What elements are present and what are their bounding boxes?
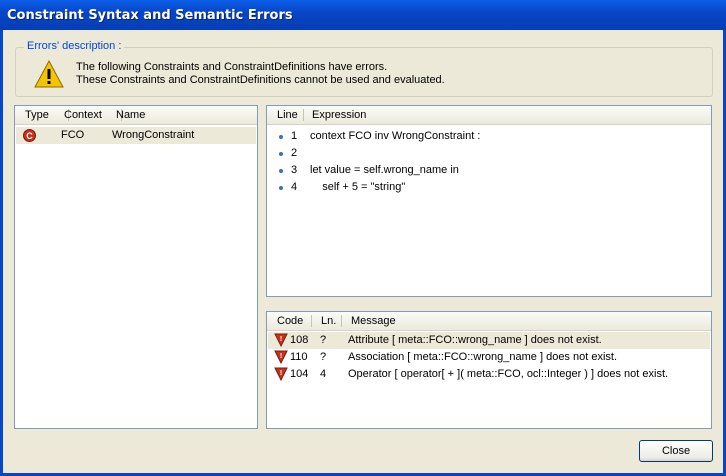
column-header-context[interactable]: Context <box>64 109 102 121</box>
message-text: Attribute [ meta::FCO::wrong_name ] does… <box>348 334 602 346</box>
messages-list[interactable]: Code Ln. Message ! 108 ? Attribute [ met… <box>266 311 712 429</box>
expression-list[interactable]: Line Expression 1 context FCO inv WrongC… <box>266 105 712 297</box>
message-text: Association [ meta::FCO::wrong_name ] do… <box>348 351 618 363</box>
constraint-name: WrongConstraint <box>112 129 195 141</box>
constraints-header: Type Context Name <box>15 106 257 125</box>
expression-text: context FCO inv WrongConstraint : <box>310 130 481 142</box>
bullet-icon <box>279 135 283 139</box>
constraint-row[interactable]: C FCO WrongConstraint <box>16 127 256 144</box>
message-row[interactable]: ! 104 4 Operator [ operator[ + ]( meta::… <box>268 366 710 383</box>
svg-text:C: C <box>26 131 33 141</box>
expression-row[interactable]: 1 context FCO inv WrongConstraint : <box>268 128 710 145</box>
bullet-icon <box>279 169 283 173</box>
message-code: 110 <box>290 351 308 363</box>
message-code: 104 <box>290 368 309 380</box>
svg-text:!: ! <box>280 353 282 360</box>
column-header-message[interactable]: Message <box>351 315 396 327</box>
message-ln: 4 <box>320 368 327 380</box>
message-ln: ? <box>320 351 327 363</box>
column-header-type[interactable]: Type <box>25 109 49 121</box>
constraint-error-icon: C <box>23 129 36 142</box>
constraints-list[interactable]: Type Context Name C FCO WrongConstraint <box>14 105 258 429</box>
error-message-line-1: The following Constraints and Constraint… <box>76 61 388 73</box>
error-shield-icon: ! <box>274 350 288 364</box>
bullet-icon <box>279 186 283 190</box>
message-code: 108 <box>290 334 309 346</box>
close-button[interactable]: Close <box>639 440 713 462</box>
svg-text:!: ! <box>280 336 282 343</box>
error-shield-icon: ! <box>274 367 288 381</box>
expression-line-number: 2 <box>291 147 298 159</box>
error-shield-icon: ! <box>274 333 288 347</box>
expression-line-number: 4 <box>291 181 298 193</box>
message-row[interactable]: ! 110 ? Association [ meta::FCO::wrong_n… <box>268 349 710 366</box>
column-header-expression[interactable]: Expression <box>312 109 366 121</box>
window-title: Constraint Syntax and Semantic Errors <box>7 8 293 23</box>
expression-line-number: 3 <box>291 164 298 176</box>
error-message-line-2: These Constraints and ConstraintDefiniti… <box>76 74 445 86</box>
title-bar[interactable]: Constraint Syntax and Semantic Errors <box>0 0 726 30</box>
column-header-ln[interactable]: Ln. <box>321 315 336 327</box>
expression-text: self + 5 = "string" <box>310 181 406 193</box>
expression-line-number: 1 <box>291 130 298 142</box>
expression-row[interactable]: 2 <box>268 145 710 162</box>
column-header-name[interactable]: Name <box>116 109 145 121</box>
bullet-icon <box>279 152 283 156</box>
warning-icon <box>34 60 64 88</box>
constraint-context: FCO <box>61 129 85 141</box>
group-legend: Errors' description : <box>24 40 125 52</box>
message-row[interactable]: ! 108 ? Attribute [ meta::FCO::wrong_nam… <box>268 332 710 349</box>
expression-text: let value = self.wrong_name in <box>310 164 459 176</box>
expression-header: Line Expression <box>267 106 711 125</box>
messages-header: Code Ln. Message <box>267 312 711 331</box>
column-header-line[interactable]: Line <box>277 109 298 121</box>
expression-row[interactable]: 4 self + 5 = "string" <box>268 179 710 196</box>
message-text: Operator [ operator[ + ]( meta::FCO, ocl… <box>348 368 669 380</box>
error-message: The following Constraints and Constraint… <box>76 61 445 87</box>
expression-row[interactable]: 3 let value = self.wrong_name in <box>268 162 710 179</box>
message-ln: ? <box>320 334 327 346</box>
svg-text:!: ! <box>280 370 282 377</box>
column-header-code[interactable]: Code <box>277 315 303 327</box>
